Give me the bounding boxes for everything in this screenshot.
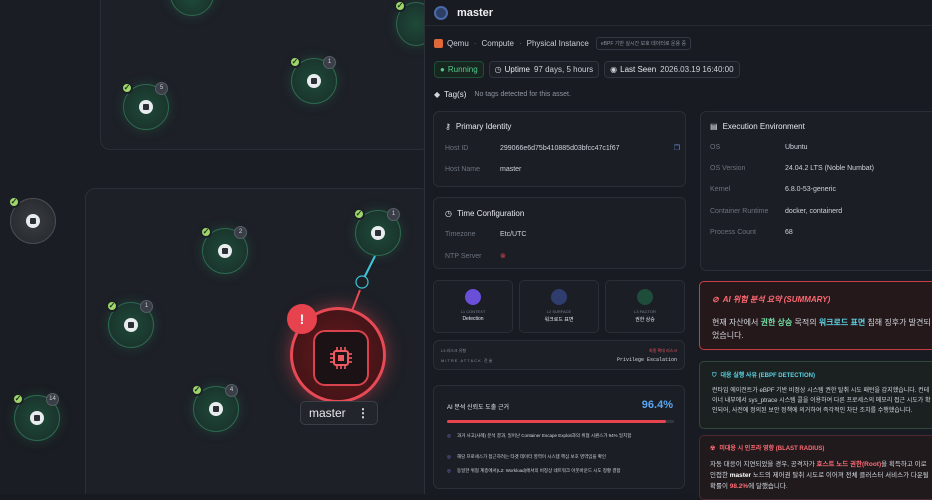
detection-icon bbox=[465, 289, 481, 305]
error-icon: ⊗ bbox=[500, 253, 506, 260]
clock-icon: ◷ bbox=[494, 65, 502, 74]
qemu-icon bbox=[434, 39, 443, 48]
shield-icon: ⛉ bbox=[712, 373, 717, 379]
target-icon: ◎ bbox=[447, 433, 451, 438]
tag-icon: ◆ bbox=[434, 90, 441, 99]
protection-tag: eBPF 기반 실시간 보호 데이터로 운용 중 bbox=[595, 37, 692, 50]
master-node-label[interactable]: master ⋮ bbox=[300, 401, 378, 425]
blast-radius-box: ☢ 미대응 시 인프라 영향 (BLAST RADIUS) 자동 대응이 지연되었… bbox=[699, 435, 932, 500]
clock-icon: ◷ bbox=[445, 209, 452, 218]
ebpf-reason-box: ⛉ 대응 실행 사유 (EBPF DETECTION) 런타임 에이전트가 eBP… bbox=[699, 361, 932, 429]
level-card-l2[interactable]: L2 SURFACE 워크로드 표면 bbox=[519, 280, 599, 333]
target-icon: ◎ bbox=[447, 454, 451, 459]
more-vert-icon[interactable]: ⋮ bbox=[357, 402, 369, 424]
last-seen-pill: ◉ Last Seen 2026.03.19 16:40:00 bbox=[604, 61, 740, 78]
level-card-l1[interactable]: L1 CONTEXT Detection bbox=[433, 280, 513, 333]
panel-title: master bbox=[457, 6, 494, 19]
time-config-card: ◷ Time Configuration Timezone Etc/UTC NTP … bbox=[433, 197, 686, 269]
status-badge: ● Running bbox=[434, 61, 484, 78]
host-id: 299066e6d75b410885d03bfcc47c1f67 bbox=[500, 144, 620, 152]
primary-identity-card: ⚷ Primary Identity Host ID 299066e6d75b410… bbox=[433, 111, 686, 187]
warning-icon: ! bbox=[287, 304, 317, 334]
level-card-l3[interactable]: L3 FACTOR 권한 상승 bbox=[605, 280, 685, 333]
target-icon: ◎ bbox=[447, 468, 451, 473]
breadcrumb-item[interactable]: Physical Instance bbox=[527, 39, 589, 48]
uptime-pill: ◷ Uptime 97 days, 5 hours bbox=[488, 61, 600, 78]
ai-confidence-card: AI 분석 신뢰도 도출 근거 96.4% ◎ 과거 사고(사례) 분석 결과, … bbox=[433, 385, 685, 489]
copy-icon[interactable]: ❐ bbox=[674, 144, 680, 152]
breadcrumb: Qemu · Compute · Physical Instance eBPF 기반… bbox=[434, 37, 692, 50]
confidence-value: 96.4% bbox=[641, 399, 673, 411]
ai-summary-box: ⊘ AI 위험 분석 요약 (SUMMARY) 현재 자산에서 권한 상승 목적의… bbox=[699, 281, 932, 350]
tags-row: ◆ Tag(s) No tags detected for this asset… bbox=[434, 90, 571, 99]
eye-icon: ◉ bbox=[610, 65, 618, 74]
surface-icon bbox=[551, 289, 567, 305]
cpu-icon bbox=[313, 330, 369, 386]
breadcrumb-item[interactable]: Qemu bbox=[447, 39, 469, 48]
key-icon: ⚷ bbox=[445, 122, 451, 131]
execution-env-card: ▤ Execution Environment OS Ubuntu OS Versi… bbox=[700, 111, 932, 271]
server-icon: ▤ bbox=[710, 122, 718, 131]
factor-icon bbox=[637, 289, 653, 305]
mitre-card: L3 리스크 유형 MITRE ATT&CK 전술 최종 확대 리스크 Priv… bbox=[433, 340, 685, 370]
topology-graph[interactable]: ✓ ✓ 5 ✓ 1 ✓ ✓ 2 ✓ 1 ✓ 1 ✓ 4 ✓ 14 ! master ⋮ bbox=[0, 0, 424, 494]
asset-icon bbox=[434, 5, 448, 20]
radiation-icon: ☢ bbox=[710, 446, 716, 452]
panel-header: master bbox=[425, 0, 932, 26]
breadcrumb-item[interactable]: Compute bbox=[481, 39, 513, 48]
confidence-bar bbox=[447, 420, 674, 423]
alert-icon: ⊘ bbox=[712, 295, 719, 304]
status-row: ● Running ◷ Uptime 97 days, 5 hours ◉ Last … bbox=[434, 61, 740, 78]
